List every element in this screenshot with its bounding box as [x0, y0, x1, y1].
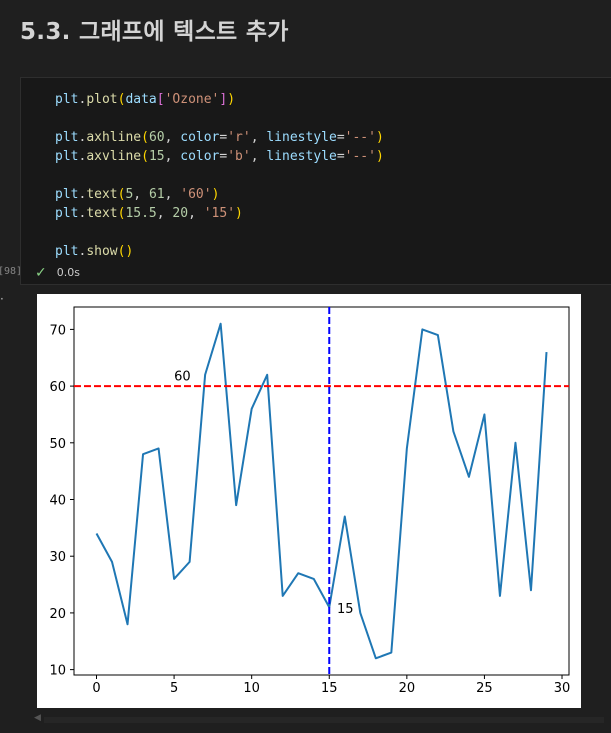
code-token: )	[227, 92, 236, 107]
code-token: (	[141, 149, 149, 164]
code-token: '60'	[180, 187, 212, 202]
code-token: text	[86, 206, 118, 221]
execution-time: 0.0s	[56, 266, 80, 279]
ozone-series-line	[95, 322, 548, 660]
code-token: plt	[55, 187, 79, 202]
code-token: (	[141, 130, 149, 145]
x-tick-label: 20	[399, 681, 416, 696]
code-token: axvline	[86, 149, 142, 164]
code-token: ,	[188, 206, 204, 221]
execution-count: [98]	[0, 266, 23, 277]
y-tick-label: 50	[49, 437, 66, 452]
code-line: plt.text(5, 61, '60')	[55, 185, 384, 204]
code-token: )	[375, 149, 384, 164]
code-token: ,	[164, 130, 181, 145]
x-tick-label: 5	[170, 681, 178, 696]
x-tick-label: 30	[554, 681, 571, 696]
code-line: plt.show()	[55, 242, 384, 261]
code-line: plt.axhline(60, color='r', linestyle='--…	[55, 128, 384, 147]
code-token: plt	[55, 206, 79, 221]
horizontal-scrollbar[interactable]	[44, 717, 604, 723]
code-token: plot	[86, 92, 118, 107]
code-token: show	[86, 244, 118, 259]
code-token: 'r'	[227, 130, 251, 145]
y-tick-label: 40	[49, 494, 66, 509]
code-token: '--'	[344, 149, 376, 164]
x-tick-label: 10	[243, 681, 260, 696]
code-token: ,	[250, 130, 267, 145]
code-token: 'Ozone'	[164, 92, 220, 107]
code-token: plt	[55, 130, 79, 145]
code-token: ,	[250, 149, 267, 164]
code-token: 15	[148, 149, 165, 164]
code-token: ,	[156, 206, 173, 221]
annotation-label: 15	[337, 602, 354, 617]
cell-status: ✓ 0.0s	[35, 264, 80, 281]
scroll-left-icon[interactable]: ◀	[34, 713, 41, 723]
code-cell[interactable]: plt.plot(data['Ozone']) plt.axhline(60, …	[20, 77, 611, 285]
x-tick-label: 25	[476, 681, 493, 696]
y-tick-label: 20	[49, 607, 66, 622]
code-line: plt.axvline(15, color='b', linestyle='--…	[55, 147, 384, 166]
code-token: =	[336, 149, 345, 164]
code-token: data	[125, 92, 157, 107]
annotation-label: 60	[174, 369, 191, 384]
y-tick-label: 60	[49, 380, 66, 395]
code-token: color	[180, 149, 220, 164]
line-chart: 0 5 10 15 20 25 30 10 20 30 40 50 60 70 60 15	[49, 306, 571, 696]
y-tick-label: 30	[49, 550, 66, 565]
section-heading: 5.3. 그래프에 텍스트 추가	[20, 19, 289, 45]
code-token: ,	[133, 187, 149, 202]
code-token: ,	[164, 187, 181, 202]
code-token: [	[156, 92, 165, 107]
x-tick-label: 15	[321, 681, 338, 696]
code-token: )	[211, 187, 220, 202]
y-tick-label: 10	[49, 664, 66, 679]
code-token: color	[180, 130, 220, 145]
code-token: '--'	[344, 130, 376, 145]
code-token: axhline	[86, 130, 142, 145]
check-icon: ✓	[35, 264, 47, 281]
axes-frame	[73, 306, 570, 676]
y-tick-label: 70	[49, 323, 66, 338]
code-token: plt	[55, 149, 79, 164]
code-token: text	[86, 187, 118, 202]
code-editor[interactable]: plt.plot(data['Ozone']) plt.axhline(60, …	[55, 90, 384, 261]
code-token: 61	[148, 187, 165, 202]
code-line: plt.text(15.5, 20, '15')	[55, 204, 384, 223]
code-token: )	[235, 206, 243, 221]
code-token: 60	[148, 130, 165, 145]
x-tick-label: 0	[92, 681, 100, 696]
code-token: 20	[172, 206, 189, 221]
code-token: =	[336, 130, 345, 145]
code-token: 15.5	[125, 206, 157, 221]
code-token: '15'	[203, 206, 236, 221]
code-token: plt	[55, 92, 79, 107]
code-token: plt	[55, 244, 79, 259]
code-token: )	[375, 130, 384, 145]
code-token: 'b'	[227, 149, 251, 164]
plot-output: 0 5 10 15 20 25 30 10 20 30 40 50 60 70 60 15	[37, 294, 581, 708]
output-more-icon[interactable]: ·	[0, 292, 4, 306]
code-token: linestyle	[266, 149, 337, 164]
code-token: ,	[164, 149, 181, 164]
code-token: linestyle	[266, 130, 337, 145]
code-line: plt.plot(data['Ozone'])	[55, 90, 384, 109]
code-token: )	[125, 244, 134, 259]
